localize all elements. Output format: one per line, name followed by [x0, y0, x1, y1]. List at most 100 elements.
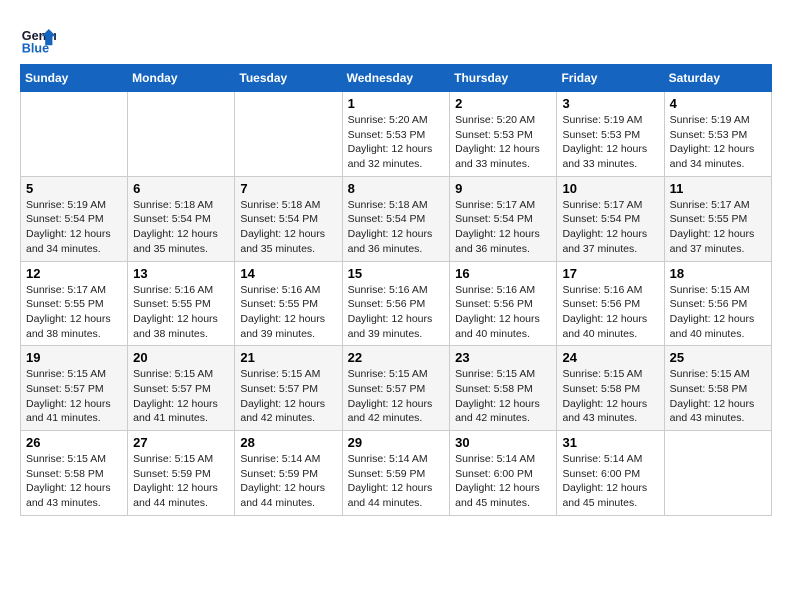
day-number: 28	[240, 435, 336, 450]
day-info: Sunrise: 5:17 AM Sunset: 5:54 PM Dayligh…	[455, 198, 551, 257]
calendar-cell	[21, 92, 128, 177]
day-number: 30	[455, 435, 551, 450]
logo-icon: General Blue	[20, 20, 56, 56]
calendar-cell: 21Sunrise: 5:15 AM Sunset: 5:57 PM Dayli…	[235, 346, 342, 431]
day-number: 6	[133, 181, 229, 196]
day-number: 1	[348, 96, 445, 111]
calendar-week-row: 1 Sunrise: 5:20 AM Sunset: 5:53 PM Daylig…	[21, 92, 772, 177]
weekday-header-thursday: Thursday	[450, 65, 557, 92]
weekday-header-monday: Monday	[128, 65, 235, 92]
calendar-cell: 14 Sunrise: 5:16 AM Sunset: 5:55 PM Dayli…	[235, 261, 342, 346]
calendar-week-row: 19Sunrise: 5:15 AM Sunset: 5:57 PM Dayli…	[21, 346, 772, 431]
day-info: Sunrise: 5:15 AM Sunset: 5:58 PM Dayligh…	[562, 367, 658, 426]
calendar-cell: 18Sunrise: 5:15 AM Sunset: 5:56 PM Dayli…	[664, 261, 771, 346]
day-info: Sunrise: 5:16 AM Sunset: 5:55 PM Dayligh…	[240, 283, 336, 342]
calendar-week-row: 12 Sunrise: 5:17 AM Sunset: 5:55 PM Dayli…	[21, 261, 772, 346]
calendar-cell: 13 Sunrise: 5:16 AM Sunset: 5:55 PM Dayli…	[128, 261, 235, 346]
day-number: 12	[26, 266, 122, 281]
calendar-week-row: 5 Sunrise: 5:19 AM Sunset: 5:54 PM Daylig…	[21, 176, 772, 261]
day-info: Sunrise: 5:16 AM Sunset: 5:56 PM Dayligh…	[348, 283, 445, 342]
day-number: 29	[348, 435, 445, 450]
weekday-header-sunday: Sunday	[21, 65, 128, 92]
calendar-cell: 26Sunrise: 5:15 AM Sunset: 5:58 PM Dayli…	[21, 431, 128, 516]
calendar-week-row: 26Sunrise: 5:15 AM Sunset: 5:58 PM Dayli…	[21, 431, 772, 516]
day-info: Sunrise: 5:16 AM Sunset: 5:55 PM Dayligh…	[133, 283, 229, 342]
calendar-cell: 1 Sunrise: 5:20 AM Sunset: 5:53 PM Daylig…	[342, 92, 450, 177]
day-number: 23	[455, 350, 551, 365]
day-info: Sunrise: 5:15 AM Sunset: 5:59 PM Dayligh…	[133, 452, 229, 511]
calendar-cell: 11 Sunrise: 5:17 AM Sunset: 5:55 PM Dayli…	[664, 176, 771, 261]
day-info: Sunrise: 5:15 AM Sunset: 5:57 PM Dayligh…	[26, 367, 122, 426]
weekday-header-row: SundayMondayTuesdayWednesdayThursdayFrid…	[21, 65, 772, 92]
day-number: 27	[133, 435, 229, 450]
day-info: Sunrise: 5:15 AM Sunset: 5:58 PM Dayligh…	[670, 367, 766, 426]
calendar-cell: 6 Sunrise: 5:18 AM Sunset: 5:54 PM Daylig…	[128, 176, 235, 261]
calendar-cell: 4Sunrise: 5:19 AM Sunset: 5:53 PM Daylig…	[664, 92, 771, 177]
calendar-cell	[664, 431, 771, 516]
day-number: 20	[133, 350, 229, 365]
day-info: Sunrise: 5:19 AM Sunset: 5:53 PM Dayligh…	[562, 113, 658, 172]
day-number: 16	[455, 266, 551, 281]
day-info: Sunrise: 5:17 AM Sunset: 5:54 PM Dayligh…	[562, 198, 658, 257]
day-info: Sunrise: 5:18 AM Sunset: 5:54 PM Dayligh…	[348, 198, 445, 257]
day-info: Sunrise: 5:16 AM Sunset: 5:56 PM Dayligh…	[455, 283, 551, 342]
calendar-cell: 27 Sunrise: 5:15 AM Sunset: 5:59 PM Dayli…	[128, 431, 235, 516]
day-number: 15	[348, 266, 445, 281]
calendar-cell: 20 Sunrise: 5:15 AM Sunset: 5:57 PM Dayli…	[128, 346, 235, 431]
calendar-cell: 30 Sunrise: 5:14 AM Sunset: 6:00 PM Dayli…	[450, 431, 557, 516]
weekday-header-tuesday: Tuesday	[235, 65, 342, 92]
svg-text:Blue: Blue	[22, 41, 49, 55]
day-info: Sunrise: 5:17 AM Sunset: 5:55 PM Dayligh…	[26, 283, 122, 342]
day-number: 22	[348, 350, 445, 365]
day-info: Sunrise: 5:18 AM Sunset: 5:54 PM Dayligh…	[133, 198, 229, 257]
day-info: Sunrise: 5:14 AM Sunset: 6:00 PM Dayligh…	[455, 452, 551, 511]
day-number: 7	[240, 181, 336, 196]
day-number: 17	[562, 266, 658, 281]
calendar-cell: 24 Sunrise: 5:15 AM Sunset: 5:58 PM Dayli…	[557, 346, 664, 431]
day-info: Sunrise: 5:19 AM Sunset: 5:54 PM Dayligh…	[26, 198, 122, 257]
day-info: Sunrise: 5:17 AM Sunset: 5:55 PM Dayligh…	[670, 198, 766, 257]
day-number: 26	[26, 435, 122, 450]
calendar-cell	[128, 92, 235, 177]
day-number: 21	[240, 350, 336, 365]
day-info: Sunrise: 5:16 AM Sunset: 5:56 PM Dayligh…	[562, 283, 658, 342]
calendar-cell: 8 Sunrise: 5:18 AM Sunset: 5:54 PM Daylig…	[342, 176, 450, 261]
calendar-table: SundayMondayTuesdayWednesdayThursdayFrid…	[20, 64, 772, 516]
calendar-cell: 15 Sunrise: 5:16 AM Sunset: 5:56 PM Dayli…	[342, 261, 450, 346]
day-info: Sunrise: 5:15 AM Sunset: 5:56 PM Dayligh…	[670, 283, 766, 342]
day-number: 11	[670, 181, 766, 196]
day-info: Sunrise: 5:14 AM Sunset: 5:59 PM Dayligh…	[240, 452, 336, 511]
calendar-cell	[235, 92, 342, 177]
day-info: Sunrise: 5:15 AM Sunset: 5:57 PM Dayligh…	[133, 367, 229, 426]
day-number: 24	[562, 350, 658, 365]
weekday-header-friday: Friday	[557, 65, 664, 92]
day-number: 31	[562, 435, 658, 450]
day-number: 5	[26, 181, 122, 196]
day-info: Sunrise: 5:19 AM Sunset: 5:53 PM Dayligh…	[670, 113, 766, 172]
logo: General Blue	[20, 20, 62, 56]
page-header: General Blue	[20, 20, 772, 56]
day-info: Sunrise: 5:15 AM Sunset: 5:57 PM Dayligh…	[348, 367, 445, 426]
calendar-cell: 16 Sunrise: 5:16 AM Sunset: 5:56 PM Dayli…	[450, 261, 557, 346]
day-info: Sunrise: 5:15 AM Sunset: 5:58 PM Dayligh…	[455, 367, 551, 426]
calendar-cell: 19Sunrise: 5:15 AM Sunset: 5:57 PM Dayli…	[21, 346, 128, 431]
calendar-cell: 3 Sunrise: 5:19 AM Sunset: 5:53 PM Daylig…	[557, 92, 664, 177]
calendar-cell: 22 Sunrise: 5:15 AM Sunset: 5:57 PM Dayli…	[342, 346, 450, 431]
calendar-cell: 23 Sunrise: 5:15 AM Sunset: 5:58 PM Dayli…	[450, 346, 557, 431]
calendar-cell: 25 Sunrise: 5:15 AM Sunset: 5:58 PM Dayli…	[664, 346, 771, 431]
day-number: 9	[455, 181, 551, 196]
day-info: Sunrise: 5:20 AM Sunset: 5:53 PM Dayligh…	[348, 113, 445, 172]
day-number: 14	[240, 266, 336, 281]
day-number: 2	[455, 96, 551, 111]
day-number: 3	[562, 96, 658, 111]
day-number: 10	[562, 181, 658, 196]
weekday-header-wednesday: Wednesday	[342, 65, 450, 92]
day-number: 8	[348, 181, 445, 196]
day-info: Sunrise: 5:14 AM Sunset: 6:00 PM Dayligh…	[562, 452, 658, 511]
calendar-cell: 17 Sunrise: 5:16 AM Sunset: 5:56 PM Dayli…	[557, 261, 664, 346]
day-info: Sunrise: 5:20 AM Sunset: 5:53 PM Dayligh…	[455, 113, 551, 172]
day-number: 13	[133, 266, 229, 281]
calendar-cell: 28 Sunrise: 5:14 AM Sunset: 5:59 PM Dayli…	[235, 431, 342, 516]
calendar-cell: 7Sunrise: 5:18 AM Sunset: 5:54 PM Daylig…	[235, 176, 342, 261]
day-number: 25	[670, 350, 766, 365]
